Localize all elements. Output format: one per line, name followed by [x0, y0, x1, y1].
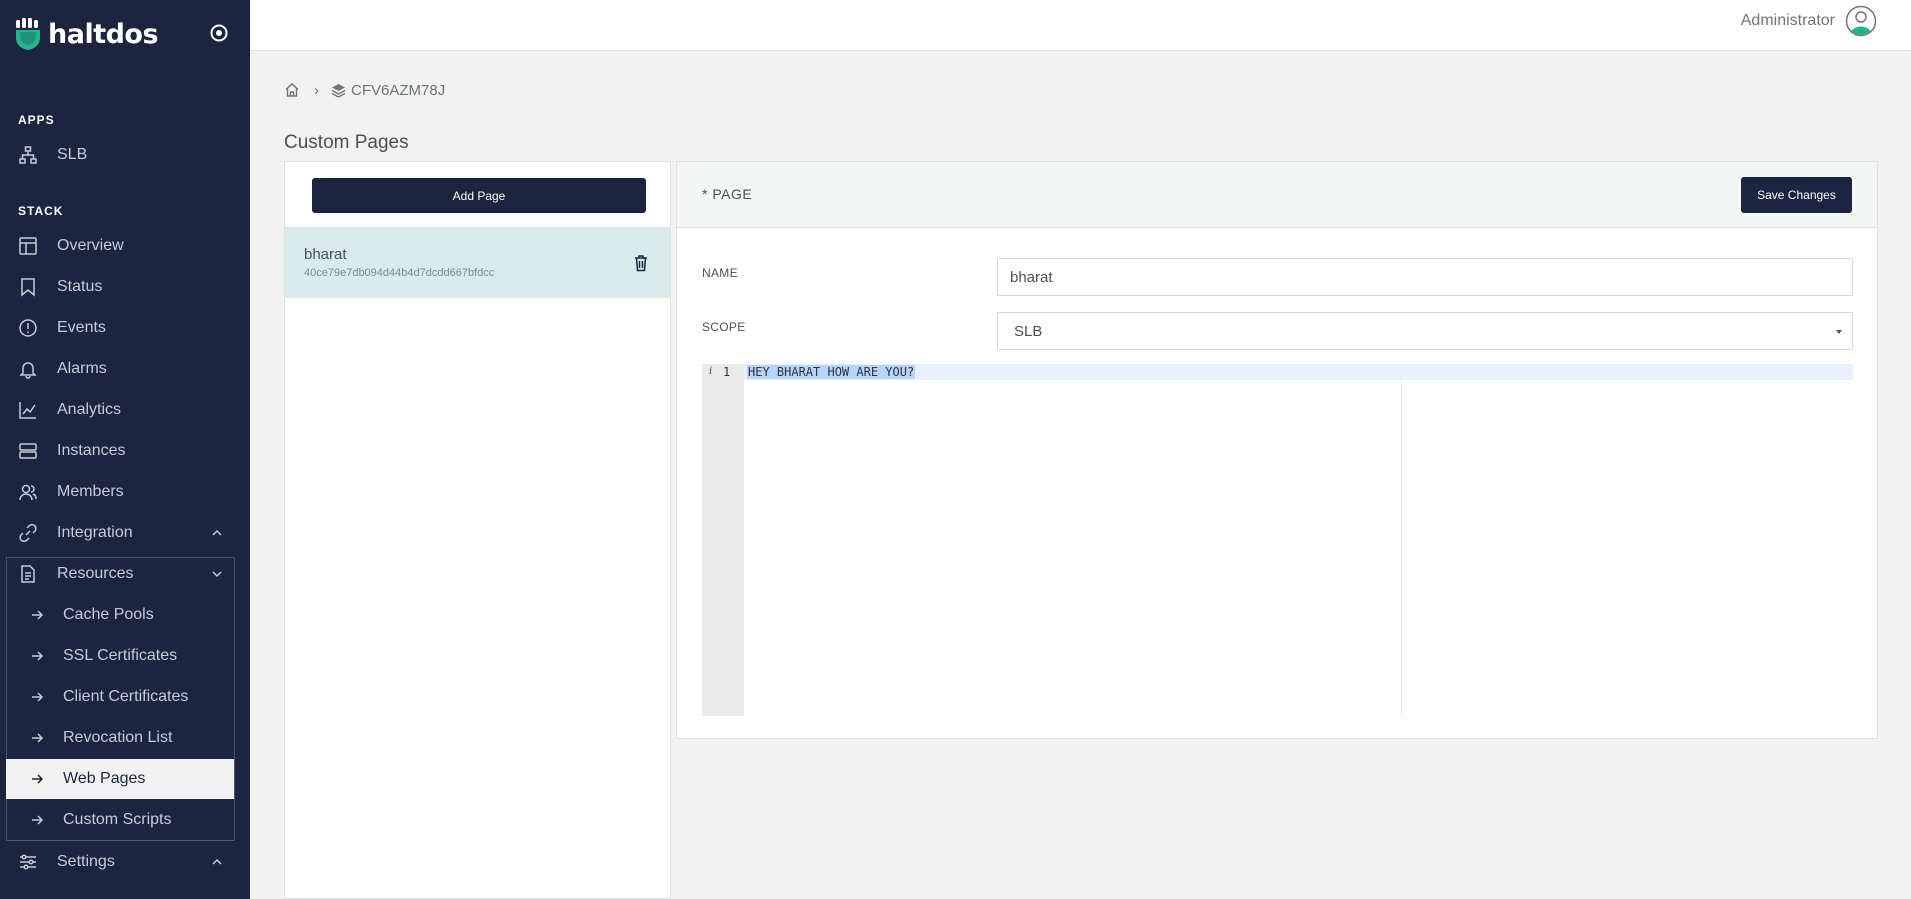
section-label-stack: STACK — [18, 204, 64, 218]
sidebar-subitem-label: Revocation List — [63, 729, 173, 746]
user-avatar-icon[interactable] — [1845, 5, 1877, 37]
sidebar-item-instances[interactable]: Instances — [0, 431, 250, 471]
page-editor-panel: * PAGE Save Changes NAME SCOPE SLB i 1 H… — [676, 161, 1878, 739]
scope-selected-value: SLB — [1014, 323, 1043, 340]
user-name[interactable]: Administrator — [1741, 12, 1835, 30]
sidebar-subitem-label: Custom Scripts — [63, 811, 172, 828]
arrow-right-icon — [32, 651, 44, 661]
editor-header: * PAGE Save Changes — [677, 162, 1877, 228]
name-field[interactable] — [997, 258, 1853, 296]
sidebar-subitem-cache-pools[interactable]: Cache Pools — [6, 595, 234, 635]
sitemap-icon — [19, 146, 37, 164]
sidebar: haltdos APPS SLB STACK Overview Status E… — [0, 0, 250, 899]
sidebar-item-members[interactable]: Members — [0, 472, 250, 512]
sidebar-item-label: Analytics — [57, 401, 122, 418]
arrow-right-icon — [32, 610, 44, 620]
sidebar-item-slb[interactable]: SLB — [0, 135, 250, 175]
bell-icon — [19, 362, 37, 379]
editor-gutter: i 1 — [702, 364, 744, 716]
sidebar-subitem-label: Web Pages — [63, 770, 146, 787]
pages-list-panel: Add Page bharat 40ce79e7db094d44b4d7dcdd… — [284, 161, 671, 899]
sidebar-toggle-icon[interactable] — [208, 22, 230, 44]
sidebar-item-label: Status — [57, 278, 103, 295]
sidebar-item-label: Instances — [57, 442, 126, 459]
add-page-button[interactable]: Add Page — [312, 178, 646, 213]
sidebar-item-label: Members — [57, 483, 124, 500]
save-changes-button[interactable]: Save Changes — [1741, 177, 1852, 213]
breadcrumb: › CFV6AZM78J — [284, 80, 445, 100]
server-icon — [19, 443, 37, 459]
haltdos-logo-icon — [16, 18, 40, 50]
scope-label: SCOPE — [702, 320, 746, 334]
layers-icon — [331, 83, 346, 98]
arrow-right-icon — [32, 733, 44, 743]
line-number: 1 — [723, 365, 731, 379]
scope-select[interactable]: SLB — [997, 312, 1853, 350]
sidebar-item-label: Settings — [57, 853, 115, 870]
sidebar-item-integration[interactable]: Integration — [0, 513, 250, 553]
sidebar-item-resources[interactable]: Resources — [0, 554, 250, 594]
sidebar-subitem-client-certificates[interactable]: Client Certificates — [6, 677, 234, 717]
info-annotation-icon[interactable]: i — [709, 366, 712, 377]
top-bar: Administrator — [250, 0, 1911, 51]
sidebar-item-alarms[interactable]: Alarms — [0, 349, 250, 389]
sidebar-subitem-label: Client Certificates — [63, 688, 189, 705]
sidebar-item-label: Alarms — [57, 360, 107, 377]
sidebar-item-label: Events — [57, 319, 106, 336]
sidebar-subitem-revocation-list[interactable]: Revocation List — [6, 718, 234, 758]
sidebar-subitem-label: SSL Certificates — [63, 647, 178, 664]
bookmark-icon — [21, 278, 35, 297]
trash-icon[interactable] — [633, 254, 649, 272]
sidebar-subitem-custom-scripts[interactable]: Custom Scripts — [6, 800, 234, 840]
sidebar-item-events[interactable]: Events — [0, 308, 250, 348]
page-name: bharat — [304, 246, 347, 263]
sidebar-item-label: Overview — [57, 237, 124, 254]
code-editor[interactable]: i 1 HEY BHARAT HOW ARE YOU? — [702, 364, 1853, 716]
arrow-right-icon — [32, 692, 44, 702]
caret-down-icon — [1836, 330, 1842, 334]
chevron-down-icon — [212, 571, 222, 578]
section-label-apps: APPS — [18, 113, 55, 127]
sidebar-subitem-ssl-certificates[interactable]: SSL Certificates — [6, 636, 234, 676]
sliders-icon — [20, 854, 36, 870]
sidebar-item-label: Integration — [57, 524, 133, 541]
breadcrumb-separator: › — [314, 81, 319, 99]
sidebar-subitem-web-pages[interactable]: Web Pages — [6, 759, 234, 799]
home-icon[interactable] — [284, 82, 300, 98]
chevron-up-icon — [212, 529, 222, 536]
page-id: 40ce79e7db094d44b4d7dcdd667bfdcc — [304, 267, 495, 279]
chevron-up-icon — [212, 858, 222, 865]
list-item[interactable]: bharat 40ce79e7db094d44b4d7dcdd667bfdcc — [285, 228, 670, 298]
print-margin — [1401, 380, 1402, 716]
sidebar-item-status[interactable]: Status — [0, 267, 250, 307]
sidebar-item-settings[interactable]: Settings — [0, 842, 250, 882]
chart-line-icon — [19, 402, 36, 419]
sidebar-subitem-label: Cache Pools — [63, 606, 154, 623]
sidebar-item-analytics[interactable]: Analytics — [0, 390, 250, 430]
arrow-right-icon — [32, 815, 44, 825]
name-label: NAME — [702, 266, 738, 280]
sidebar-item-label: Resources — [57, 565, 134, 582]
brand-name: haltdos — [48, 18, 159, 50]
brand-logo[interactable]: haltdos — [14, 16, 159, 52]
users-icon — [19, 484, 37, 501]
editor-title: * PAGE — [702, 186, 753, 202]
sidebar-item-overview[interactable]: Overview — [0, 226, 250, 266]
alert-circle-icon — [19, 319, 37, 337]
file-icon — [21, 565, 35, 583]
link-icon — [19, 523, 37, 543]
code-line[interactable]: HEY BHARAT HOW ARE YOU? — [747, 365, 916, 379]
breadcrumb-stack-id[interactable]: CFV6AZM78J — [351, 82, 445, 99]
page-title: Custom Pages — [284, 132, 409, 153]
sidebar-item-label: SLB — [57, 146, 88, 163]
layout-icon — [19, 237, 37, 255]
arrow-right-icon — [32, 774, 44, 784]
